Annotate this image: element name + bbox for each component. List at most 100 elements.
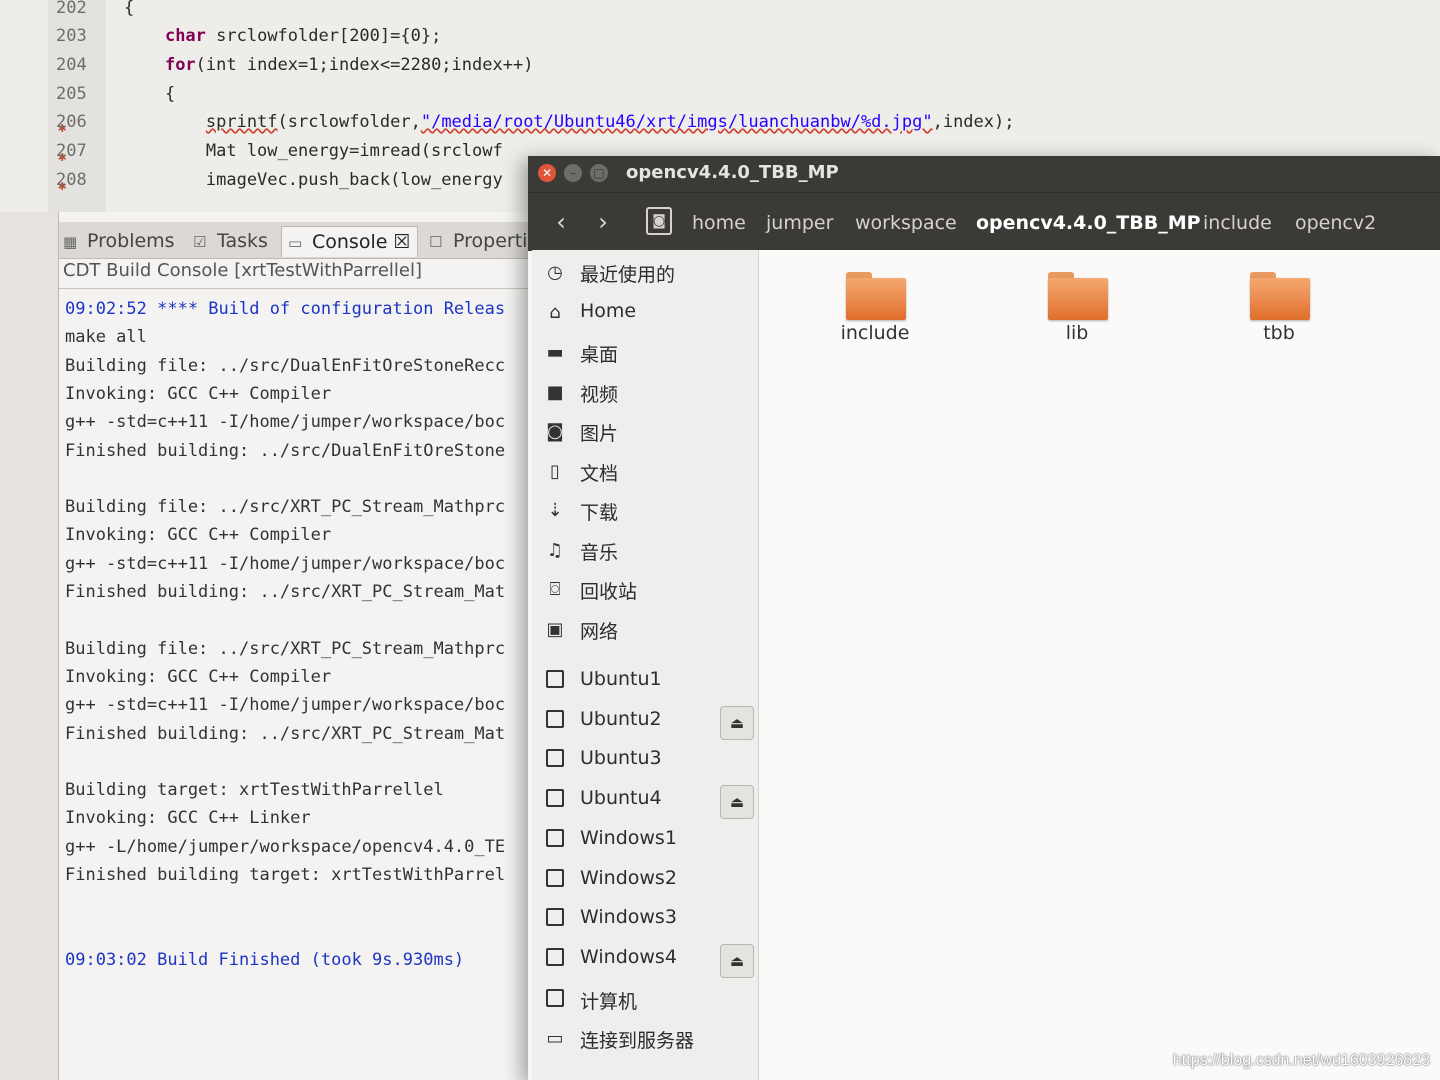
file-view[interactable]: include lib tbb [759, 250, 1440, 1080]
sidebar-item[interactable]: ▭ 连接到服务器 [532, 1022, 758, 1058]
sidebar-item-label: 文档 [580, 463, 619, 485]
sidebar-item[interactable]: ◷ 最近使用的 [532, 256, 758, 292]
console-line: make all [65, 327, 147, 348]
sidebar-item[interactable]: ■ 视频 [532, 376, 758, 412]
problems-icon: ▦ [63, 233, 78, 251]
sidebar-item[interactable]: ♫ 音乐 [532, 534, 758, 570]
sidebar-item[interactable]: ⇣ 下载 [532, 494, 758, 530]
breadcrumb-1[interactable]: jumper [766, 209, 833, 237]
folder-icon [1048, 272, 1108, 320]
folder-body [1250, 278, 1310, 320]
console-line: Invoking: GCC C++ Compiler [65, 666, 332, 687]
tab-console[interactable]: ▭ Console ☒ [281, 226, 418, 257]
sidebar-item[interactable]: Windows4 ⏏ [532, 942, 758, 978]
sidebar-item[interactable]: 计算机 [532, 983, 758, 1019]
line-number: 205 [56, 84, 87, 104]
drive-shape [546, 789, 564, 807]
tab-problems[interactable]: ▦ Problems [63, 226, 175, 256]
drive-icon [544, 908, 566, 930]
drive-icon [544, 829, 566, 851]
code-text: for(int index=1;index<=2280;index++) [124, 51, 533, 79]
eject-icon[interactable]: ⏏ [720, 944, 754, 978]
breadcrumb-3[interactable]: opencv4.4.0_TBB_MP [976, 209, 1201, 237]
breadcrumb-5[interactable]: opencv2 [1295, 209, 1376, 237]
folder-label: tbb [1263, 322, 1295, 344]
sidebar-item-label: Ubuntu3 [580, 747, 662, 769]
console-output[interactable]: 09:02:52 **** Build of configuration Rel… [65, 294, 535, 1074]
computer-icon [544, 989, 566, 1011]
recent-icon: ◷ [547, 262, 563, 283]
folder-item[interactable]: tbb [1219, 264, 1339, 354]
sidebar-item-label: 桌面 [580, 344, 619, 366]
music-icon: ♫ [546, 540, 564, 561]
sidebar-item-label: 计算机 [580, 991, 638, 1013]
sidebar-item-label: 图片 [580, 423, 619, 445]
sidebar-item[interactable]: Ubuntu1 [532, 664, 758, 700]
sidebar-item-label: Ubuntu2 [580, 708, 662, 730]
window-titlebar[interactable]: ✕ – □ opencv4.4.0_TBB_MP [528, 156, 1440, 192]
code-rest: srclowfolder[200]={0}; [205, 26, 442, 46]
drive-shape [546, 710, 564, 728]
eject-icon[interactable]: ⏏ [720, 706, 754, 740]
line-number: 208 [56, 170, 87, 190]
folder-item[interactable]: lib [1017, 264, 1137, 354]
drive-icon [544, 789, 566, 811]
sidebar-item[interactable]: Ubuntu4 ⏏ [532, 783, 758, 819]
sidebar-item-label: Windows1 [580, 827, 677, 849]
minimize-button[interactable]: – [564, 164, 582, 182]
console-line: Building file: ../src/DualEnFitOreStoneR… [65, 355, 506, 376]
folder-icon [846, 272, 906, 320]
sidebar-item[interactable]: Windows2 [532, 863, 758, 899]
line-number: 206 [56, 112, 87, 132]
sidebar-item[interactable]: ▬ 桌面 [532, 336, 758, 372]
server-icon: ▭ [546, 1028, 564, 1049]
places-sidebar: ◷ 最近使用的 ⌂ Home ▬ 桌面 ■ 视频 ◙ 图片 ▯ 文档 ⇣ 下载 ♫ 音乐 ⌼ 回收站 ▣ 网络 Ubun… [532, 250, 759, 1080]
console-line: Building file: ../src/XRT_PC_Stream_Math… [65, 497, 506, 518]
code-text: sprintf(srclowfolder,"/media/root/Ubuntu… [124, 108, 1015, 136]
console-line: Finished building: ../src/XRT_PC_Stream_… [65, 582, 506, 602]
sidebar-item[interactable]: ◙ 图片 [532, 415, 758, 451]
folder-item[interactable]: include [815, 264, 935, 354]
forward-button[interactable]: › [586, 205, 620, 239]
drive-shape [546, 948, 564, 966]
sidebar-item[interactable]: ⌼ 回收站 [532, 573, 758, 609]
sidebar-item[interactable]: ▯ 文档 [532, 455, 758, 491]
code-text: imageVec.push_back(low_energy [124, 170, 503, 190]
eject-icon[interactable]: ⏏ [720, 785, 754, 819]
console-line: g++ -L/home/jumper/workspace/opencv4.4.0… [65, 836, 506, 857]
divider [59, 288, 539, 289]
window-title: opencv4.4.0_TBB_MP [626, 162, 839, 183]
maximize-button[interactable]: □ [590, 164, 608, 182]
back-button[interactable]: ‹ [544, 205, 578, 239]
sidebar-item-label: Windows4 [580, 946, 677, 968]
document-icon: ▯ [550, 461, 560, 482]
drive-shape [546, 869, 564, 887]
breadcrumb-4[interactable]: include [1203, 209, 1272, 237]
sidebar-item[interactable]: ⌂ Home [532, 296, 758, 332]
breadcrumb-2[interactable]: workspace [855, 209, 957, 237]
console-line: Building file: ../src/XRT_PC_Stream_Math… [65, 638, 506, 659]
drive-crumb-icon[interactable]: ◙ [646, 207, 672, 235]
console-line: Building target: xrtTestWithParrellel [65, 780, 444, 801]
code-args: ,index); [932, 112, 1015, 132]
code-text: char srclowfolder[200]={0}; [124, 22, 441, 50]
breadcrumb-0[interactable]: home [692, 209, 746, 237]
tab-properties[interactable]: ☐ Properti [429, 226, 527, 256]
console-line: Finished building: ../src/XRT_PC_Stream_… [65, 723, 506, 744]
sidebar-item[interactable]: ▣ 网络 [532, 613, 758, 649]
watermark: https://blog.csdn.net/wd1603926823 [1172, 1052, 1430, 1069]
sidebar-item[interactable]: Ubuntu2 ⏏ [532, 704, 758, 740]
keyword: char [164, 26, 206, 46]
properties-icon: ☐ [429, 233, 443, 251]
sidebar-item[interactable]: Ubuntu3 [532, 743, 758, 779]
drive-icon [544, 670, 566, 692]
close-button[interactable]: ✕ [538, 164, 556, 182]
sidebar-item[interactable]: Windows3 [532, 902, 758, 938]
sidebar-item[interactable]: Windows1 [532, 823, 758, 859]
line-number: 203 [56, 26, 87, 46]
tab-tasks[interactable]: ☑ Tasks [193, 226, 268, 256]
network-icon: ▣ [546, 619, 564, 640]
console-view: ▦ Problems ☑ Tasks ▭ Console ☒ ☐ Properti CD… [58, 212, 539, 1080]
code-text: Mat low_energy=imread(srclowf [124, 141, 503, 161]
sidebar-item-label: 连接到服务器 [580, 1030, 695, 1052]
